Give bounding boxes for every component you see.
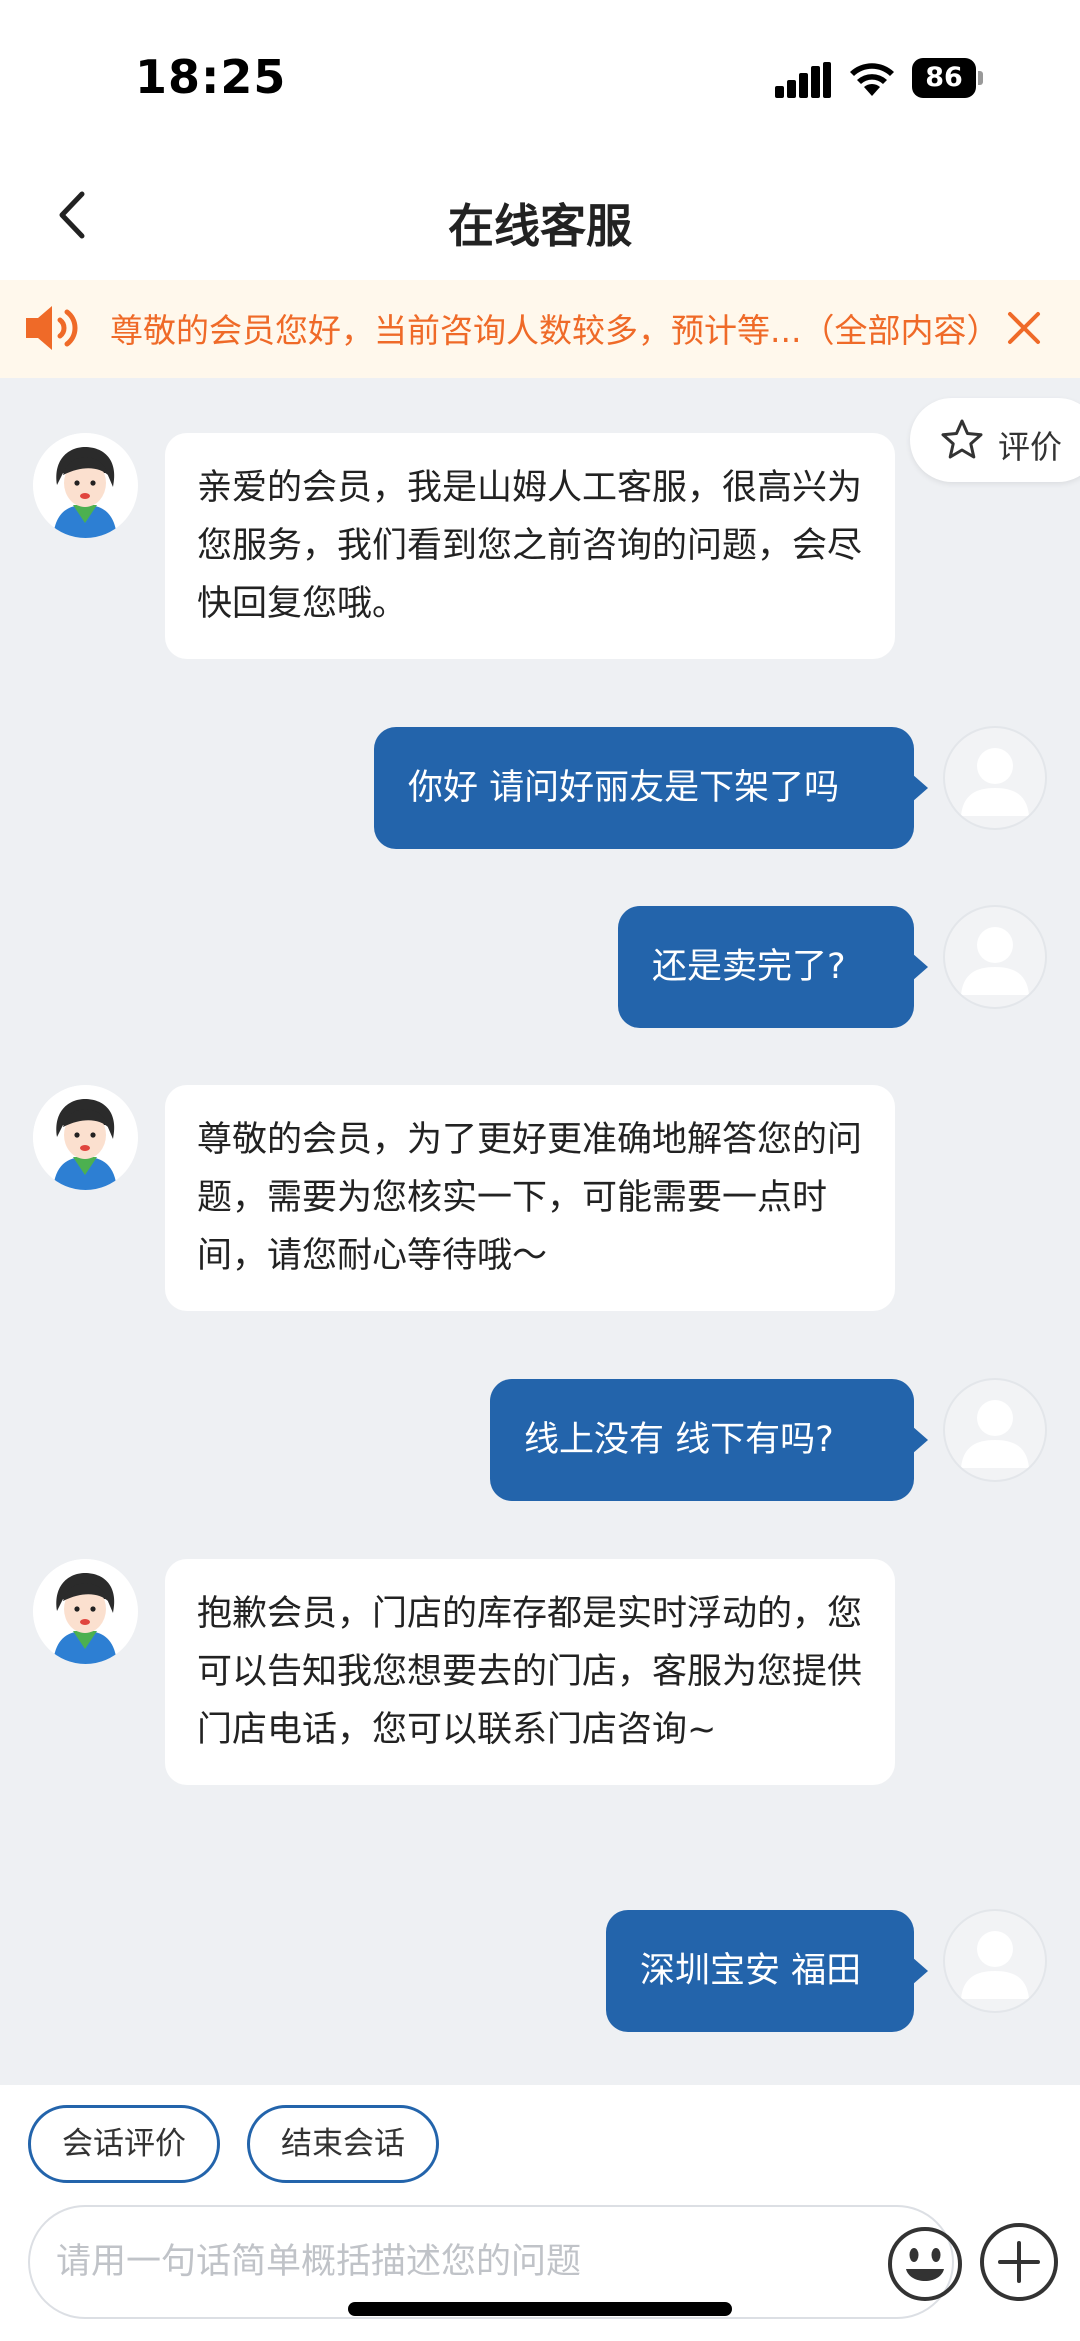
end-session-button[interactable]: 结束会话 (247, 2105, 439, 2183)
message-input[interactable] (56, 2227, 836, 2297)
user-avatar (943, 726, 1047, 830)
user-avatar-icon (961, 748, 1029, 816)
nav-header: 在线客服 (0, 150, 1080, 280)
user-avatar (943, 1378, 1047, 1482)
notice-text[interactable]: 尊敬的会员您好，当前咨询人数较多，预计等...（全部内容） (110, 304, 999, 352)
close-icon[interactable] (1006, 310, 1042, 346)
user-avatar-icon (961, 927, 1029, 995)
agent-message: 尊敬的会员，为了更好更准确地解答您的问题，需要为您核实一下，可能需要一点时间，请… (165, 1085, 895, 1311)
user-avatar-icon (961, 1931, 1029, 1999)
agent-avatar-icon (33, 433, 137, 538)
user-avatar-icon (961, 1400, 1029, 1468)
agent-avatar-icon (33, 1559, 137, 1664)
agent-message: 亲爱的会员，我是山姆人工客服，很高兴为您服务，我们看到您之前咨询的问题，会尽快回… (165, 433, 895, 659)
rate-label: 评价 (998, 428, 1063, 466)
agent-avatar (33, 1085, 138, 1190)
agent-avatar (33, 1559, 138, 1664)
user-avatar (943, 905, 1047, 1009)
rate-session-button[interactable]: 会话评价 (28, 2105, 220, 2183)
wifi-icon (850, 63, 894, 96)
battery-icon: 86 (912, 58, 984, 98)
home-indicator (348, 2302, 732, 2316)
user-message: 深圳宝安 福田 (606, 1910, 928, 2032)
page-title: 在线客服 (448, 199, 632, 253)
user-message: 还是卖完了? (618, 906, 928, 1028)
agent-avatar (33, 433, 138, 538)
notice-banner[interactable]: 尊敬的会员您好，当前咨询人数较多，预计等...（全部内容） (0, 280, 1080, 378)
agent-avatar-icon (33, 1085, 137, 1190)
status-time: 18:25 (135, 50, 287, 104)
signal-icon (775, 62, 831, 98)
status-bar: 18:25 86 (0, 0, 1080, 150)
plus-icon[interactable] (978, 2221, 1060, 2303)
user-avatar (943, 1909, 1047, 2013)
battery-level: 86 (912, 58, 976, 98)
user-message: 你好 请问好丽友是下架了吗 (374, 727, 928, 849)
agent-message: 抱歉会员，门店的库存都是实时浮动的，您可以告知我您想要去的门店，客服为您提供门店… (165, 1559, 895, 1785)
star-icon (941, 419, 983, 459)
emoji-icon[interactable] (886, 2225, 964, 2303)
rate-button[interactable]: 评价 (910, 398, 1080, 482)
user-message: 线上没有 线下有吗? (490, 1379, 928, 1501)
speaker-icon (26, 306, 78, 350)
